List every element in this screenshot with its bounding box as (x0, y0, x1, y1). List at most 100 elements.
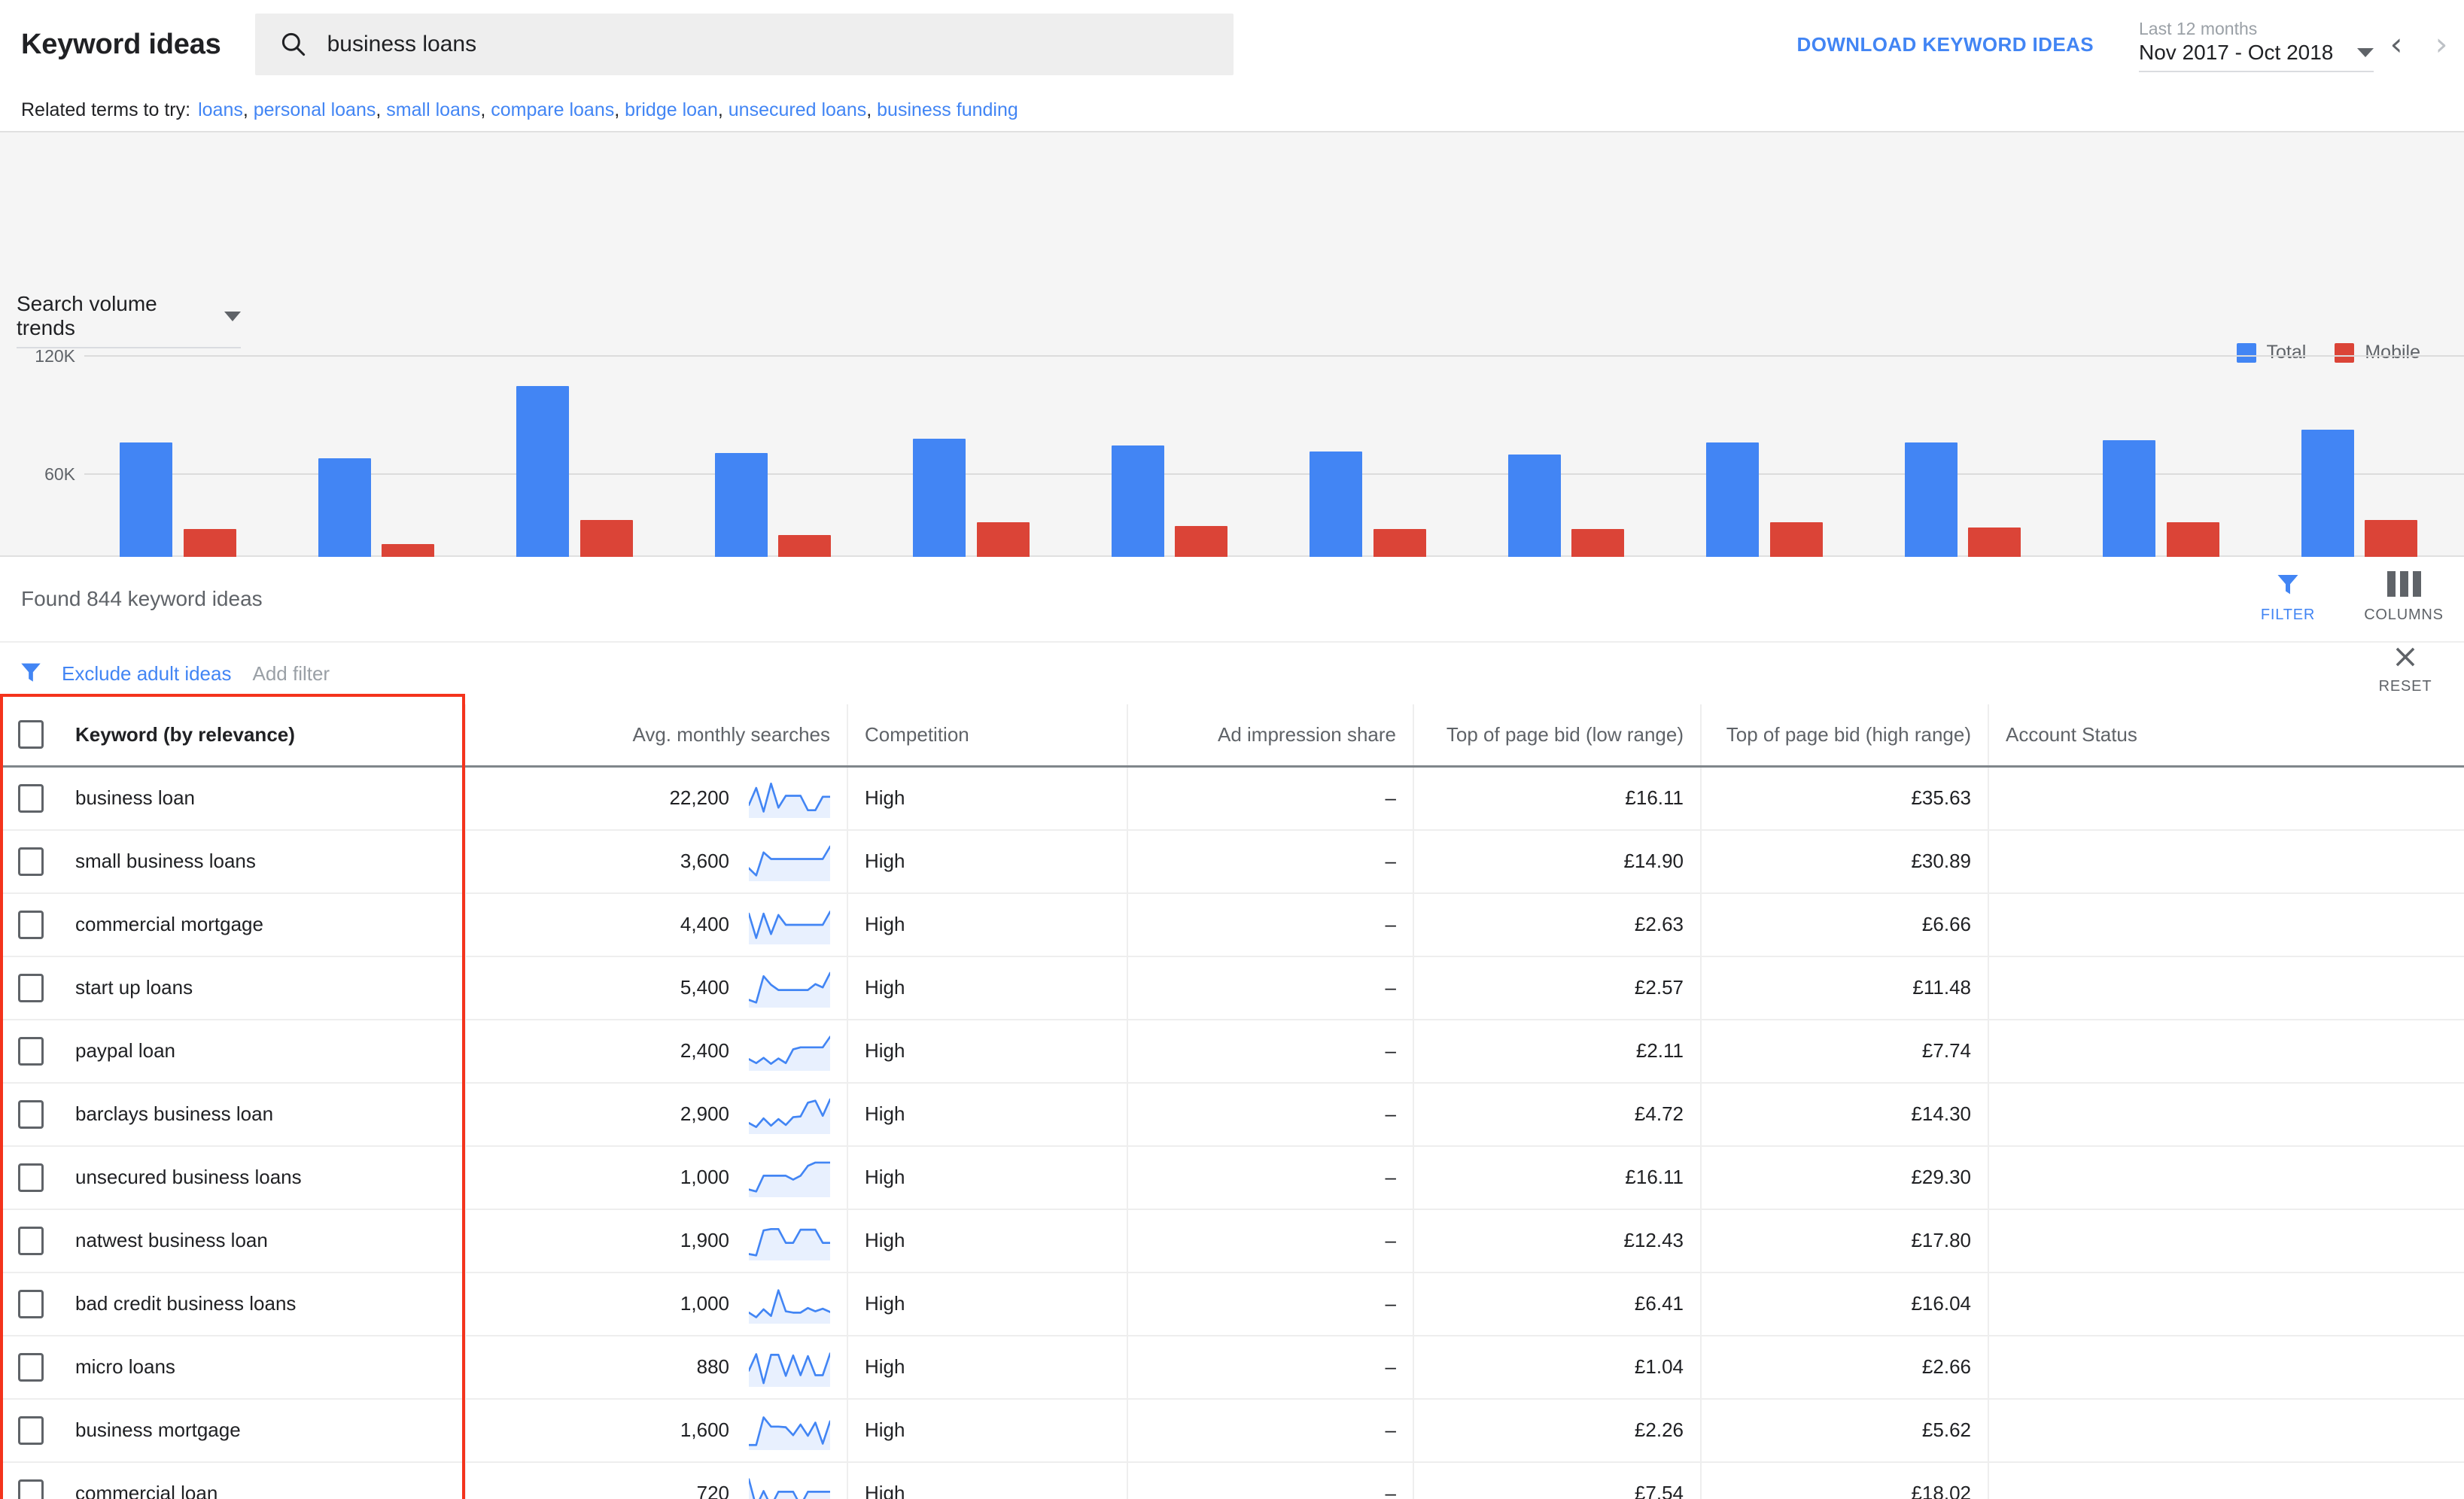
next-period-button[interactable]: › (2419, 29, 2464, 60)
related-term-link[interactable]: personal loans (254, 99, 376, 120)
chart-title-dropdown[interactable]: Search volume trends (17, 292, 242, 348)
column-header-ad-impression-share[interactable]: Ad impression share (1127, 704, 1414, 768)
table-row[interactable]: unsecured business loans 1,000 High – £16.11… (0, 1145, 2464, 1210)
cell-keyword: bad credit business loans (59, 1272, 466, 1336)
table-row[interactable]: commercial loan 720 High – £7.54 £18.02 (0, 1461, 2464, 1499)
row-select-cell (0, 1398, 59, 1463)
sparkline-chart (749, 905, 830, 944)
download-keyword-ideas-button[interactable]: DOWNLOAD KEYWORD IDEAS (1797, 33, 2094, 56)
row-checkbox[interactable] (18, 1036, 44, 1066)
cell-bid-low: £7.54 (1413, 1461, 1702, 1499)
column-header-keyword[interactable]: Keyword (by relevance) (59, 704, 466, 768)
cell-ad-impression-share: – (1127, 766, 1414, 831)
row-checkbox[interactable] (18, 1099, 44, 1129)
columns-button[interactable]: COLUMNS (2363, 567, 2444, 624)
y-axis-tick-60k: 60K (44, 464, 75, 484)
related-term-separator: , (376, 99, 387, 120)
keyword-text: natwest business loan (75, 1229, 268, 1251)
row-checkbox[interactable] (18, 1415, 44, 1445)
column-header-bid-high[interactable]: Top of page bid (high range) (1701, 704, 1989, 768)
table-row[interactable]: natwest business loan 1,900 High – £12.43 £17… (0, 1209, 2464, 1273)
related-term-link[interactable]: bridge loan (625, 99, 718, 120)
competition-value: High (865, 1166, 905, 1188)
column-header-competition[interactable]: Competition (847, 704, 1128, 768)
keyword-text: unsecured business loans (75, 1166, 302, 1188)
table-header-row: Keyword (by relevance) Avg. monthly sear… (0, 704, 2464, 768)
column-header-account-status[interactable]: Account Status (1988, 704, 2464, 768)
table-row[interactable]: small business loans 3,600 High – £14.90 £30.… (0, 829, 2464, 894)
cell-keyword: small business loans (59, 829, 466, 894)
row-checkbox[interactable] (18, 1163, 44, 1192)
date-range-selector[interactable]: Last 12 months Nov 2017 - Oct 2018 (2125, 17, 2374, 72)
row-checkbox[interactable] (18, 973, 44, 1002)
bid-high-value: £35.63 (1911, 786, 1971, 809)
cell-ad-impression-share: – (1127, 829, 1414, 894)
competition-value: High (865, 1418, 905, 1441)
table-row[interactable]: bad credit business loans 1,000 High – £6.41… (0, 1272, 2464, 1336)
competition-value: High (865, 1355, 905, 1378)
keyword-text: micro loans (75, 1355, 175, 1378)
related-term-link[interactable]: unsecured loans (729, 99, 866, 120)
ad-impression-share-value: – (1385, 1166, 1396, 1188)
bid-high-value: £7.74 (1921, 1039, 1971, 1062)
related-term-link[interactable]: business funding (877, 99, 1018, 120)
avg-searches-value: 720 (696, 1482, 729, 1499)
sparkline-chart (749, 1285, 830, 1324)
table-row[interactable]: business loan 22,200 High – £16.11 £35.63 (0, 766, 2464, 831)
row-checkbox[interactable] (18, 910, 44, 939)
exclude-adult-ideas-chip[interactable]: Exclude adult ideas (62, 662, 231, 686)
row-checkbox[interactable] (18, 847, 44, 876)
select-all-checkbox[interactable] (18, 720, 44, 750)
ad-impression-share-value: – (1385, 1292, 1396, 1315)
row-checkbox[interactable] (18, 1352, 44, 1382)
related-term-link[interactable]: small loans (386, 99, 480, 120)
add-filter-chip[interactable]: Add filter (252, 662, 330, 686)
row-checkbox[interactable] (18, 1289, 44, 1318)
cell-account-status (1988, 956, 2464, 1020)
search-input[interactable]: business loans (254, 14, 1234, 75)
related-term-separator: , (717, 99, 729, 120)
row-checkbox[interactable] (18, 783, 44, 813)
cell-avg-monthly-searches: 4,400 (465, 892, 848, 957)
avg-searches-value: 2,400 (680, 1039, 729, 1062)
sparkline-chart (749, 1095, 830, 1134)
related-term-link[interactable]: loans (198, 99, 243, 120)
prev-period-button[interactable]: ‹ (2374, 29, 2419, 60)
table-row[interactable]: start up loans 5,400 High – £2.57 £11.48 (0, 956, 2464, 1020)
related-terms-label: Related terms to try: (21, 99, 191, 120)
competition-value: High (865, 1102, 905, 1125)
table-row[interactable]: commercial mortgage 4,400 High – £2.63 £6.66 (0, 892, 2464, 957)
related-term-separator: , (614, 99, 625, 120)
cell-competition: High (847, 1209, 1128, 1273)
row-select-cell (0, 1335, 59, 1400)
cell-bid-low: £4.72 (1413, 1082, 1702, 1147)
related-term-link[interactable]: compare loans (491, 99, 614, 120)
table-row[interactable]: business mortgage 1,600 High – £2.26 £5.62 (0, 1398, 2464, 1463)
cell-competition: High (847, 766, 1128, 831)
table-row[interactable]: micro loans 880 High – £1.04 £2.66 (0, 1335, 2464, 1400)
cell-bid-low: £2.11 (1413, 1019, 1702, 1084)
cell-competition: High (847, 1019, 1128, 1084)
funnel-icon (2247, 567, 2329, 601)
row-checkbox[interactable] (18, 1226, 44, 1255)
row-checkbox[interactable] (18, 1479, 44, 1499)
bid-low-value: £14.90 (1623, 850, 1684, 872)
table-row[interactable]: barclays business loan 2,900 High – £4.72 £14… (0, 1082, 2464, 1147)
filter-button[interactable]: FILTER (2247, 567, 2329, 624)
column-header-bid-low[interactable]: Top of page bid (low range) (1413, 704, 1702, 768)
chevron-down-icon[interactable] (2357, 48, 2374, 57)
table-row[interactable]: paypal loan 2,400 High – £2.11 £7.74 (0, 1019, 2464, 1084)
chart-title: Search volume trends (17, 292, 157, 339)
cell-avg-monthly-searches: 1,000 (465, 1272, 848, 1336)
chevron-down-icon[interactable] (224, 311, 241, 321)
bid-high-value: £17.80 (1911, 1229, 1971, 1251)
bid-low-value: £4.72 (1634, 1102, 1684, 1125)
row-select-cell (0, 956, 59, 1020)
column-header-avg-monthly-searches[interactable]: Avg. monthly searches (465, 704, 848, 768)
bid-high-value: £16.04 (1911, 1292, 1971, 1315)
ad-impression-share-value: – (1385, 1039, 1396, 1062)
reset-button[interactable]: RESET (2368, 643, 2443, 695)
bid-high-value: £18.02 (1911, 1482, 1971, 1499)
sparkline-chart (749, 779, 830, 818)
ad-impression-share-value: – (1385, 1418, 1396, 1441)
